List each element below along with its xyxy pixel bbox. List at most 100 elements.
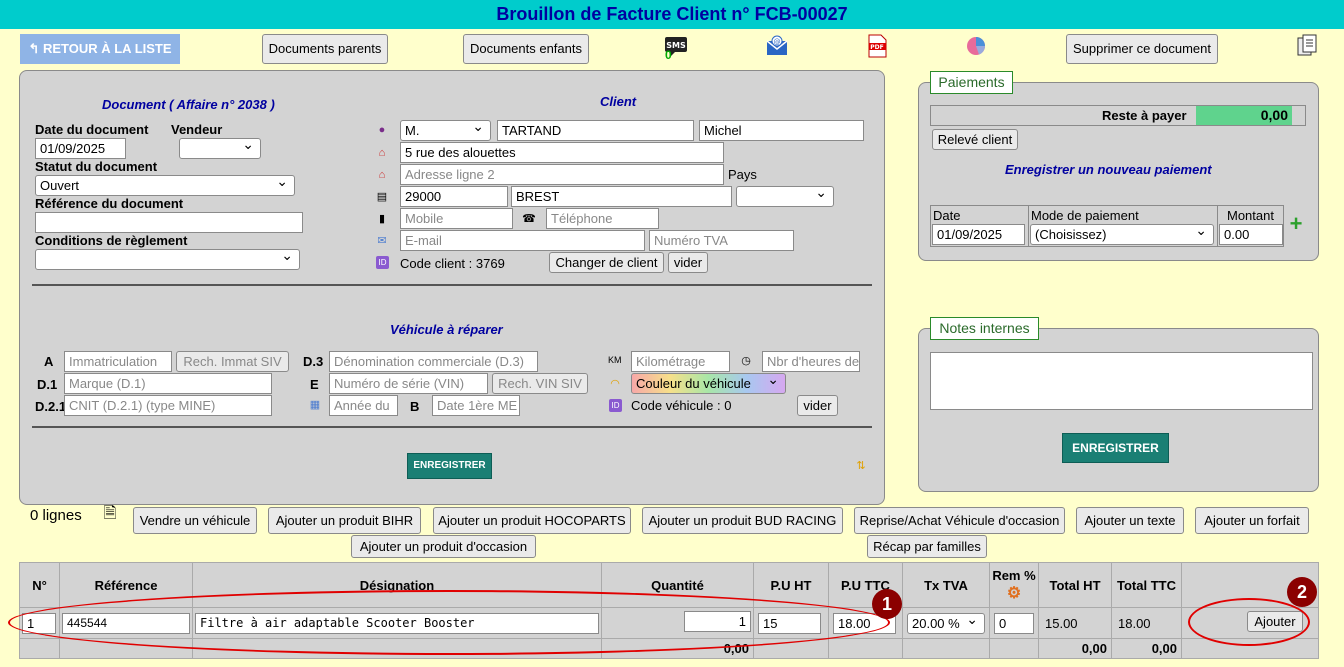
gear-icon[interactable]: ⚙ (1007, 585, 1021, 602)
row-total-ht: 15.00 (1038, 607, 1112, 639)
cp-input[interactable]: 29000 (400, 186, 508, 207)
date-label: Date du document (35, 122, 149, 137)
sms-icon[interactable]: SMS 0 (664, 35, 688, 62)
heures-input[interactable]: Nbr d'heures de (762, 351, 860, 372)
annee-input[interactable]: Année du (329, 395, 398, 416)
adresse2-input[interactable]: Adresse ligne 2 (400, 164, 724, 185)
copy-document-icon[interactable] (1296, 34, 1318, 58)
vendre-vehicule-button[interactable]: Vendre un véhicule (133, 507, 257, 534)
immatriculation-input[interactable]: Immatriculation (64, 351, 172, 372)
add-payment-icon[interactable]: + (1287, 213, 1305, 235)
statut-label: Statut du document (35, 159, 158, 174)
reste-value: 0,00 (1196, 106, 1292, 125)
clock-icon: ◷ (741, 355, 751, 367)
montant-label: Montant (1227, 208, 1274, 223)
kilometrage-input[interactable]: Kilométrage (631, 351, 730, 372)
vider-vehicule-button[interactable]: vider (797, 395, 838, 416)
email-input[interactable]: E-mail (400, 230, 645, 251)
header-total-ht: Total HT (1038, 562, 1112, 608)
code-client-text: Code client : 3769 (400, 256, 505, 271)
adresse1-input[interactable]: 5 rue des alouettes (400, 142, 724, 163)
vider-client-button[interactable]: vider (668, 252, 708, 273)
ajouter-forfait-button[interactable]: Ajouter un forfait (1195, 507, 1309, 534)
sms-count: 0 (665, 48, 672, 62)
changer-client-button[interactable]: Changer de client (549, 252, 664, 273)
d3-label: D.3 (303, 354, 324, 369)
id-icon: ID (376, 256, 389, 269)
notes-tab: Notes internes (930, 317, 1039, 340)
pie-chart-icon[interactable] (965, 35, 987, 57)
civilite-select[interactable]: M. (400, 120, 491, 141)
ajouter-hocoparts-button[interactable]: Ajouter un produit HOCOPARTS (433, 507, 631, 534)
rainbow-icon: ◠ (610, 378, 620, 390)
enregistrer-notes-button[interactable]: ENREGISTRER (1062, 433, 1169, 463)
mailbox-icon: ▤ (376, 191, 388, 203)
montant-input[interactable]: 0.00 (1219, 224, 1283, 245)
nouveau-paiement-heading: Enregistrer un nouveau paiement (1005, 162, 1212, 177)
home-icon: ⌂ (378, 147, 386, 159)
date-1ere-input[interactable]: Date 1ère ME (432, 395, 520, 416)
row-remise-input[interactable]: 0 (994, 612, 1034, 634)
code-vehicule-text: Code véhicule : 0 (631, 398, 732, 413)
recap-familles-button[interactable]: Récap par familles (867, 535, 987, 558)
denomination-input[interactable]: Dénomination commerciale (D.3) (329, 351, 538, 372)
header-remise: Rem % ⚙ (989, 562, 1039, 608)
document-lines-icon[interactable]: 🗎 (98, 506, 122, 529)
documents-enfants-button[interactable]: Documents enfants (463, 34, 589, 64)
page-title: Brouillon de Facture Client n° FCB-00027 (0, 0, 1344, 29)
calendar-icon: ▦ (309, 399, 321, 411)
vehicule-heading: Véhicule à réparer (390, 322, 503, 337)
reprise-achat-button[interactable]: Reprise/Achat Véhicule d'occasion (854, 507, 1065, 534)
conditions-select[interactable] (35, 249, 300, 270)
notes-textarea[interactable] (930, 352, 1313, 410)
delete-document-button[interactable]: Supprimer ce document (1066, 34, 1218, 64)
cnit-input[interactable]: CNIT (D.2.1) (type MINE) (64, 395, 272, 416)
paiements-tab: Paiements (930, 71, 1013, 94)
svg-text:PDF: PDF (870, 44, 883, 51)
row-total-ttc: 18.00 (1111, 607, 1182, 639)
email-icon[interactable]: @ (766, 35, 788, 57)
vin-input[interactable]: Numéro de série (VIN) (329, 373, 488, 394)
conditions-label: Conditions de règlement (35, 233, 188, 248)
ajouter-texte-button[interactable]: Ajouter un texte (1076, 507, 1184, 534)
b-label: B (410, 399, 420, 414)
mode-paiement-select[interactable]: (Choisissez) (1030, 224, 1214, 245)
back-arrow-icon: ↰ (28, 41, 43, 56)
pdf-icon[interactable]: PDF (866, 34, 888, 58)
ajouter-bihr-button[interactable]: Ajouter un produit BIHR (268, 507, 421, 534)
documents-parents-button[interactable]: Documents parents (262, 34, 388, 64)
col-sep (1217, 205, 1218, 247)
ajouter-bud-racing-button[interactable]: Ajouter un produit BUD RACING (642, 507, 843, 534)
ville-input[interactable]: BREST (511, 186, 732, 207)
reference-label: Référence du document (35, 196, 184, 211)
client-heading: Client (600, 94, 637, 109)
divider (32, 284, 872, 286)
telephone-input[interactable]: Téléphone (546, 208, 659, 229)
enregistrer-vehicule-button[interactable]: ENREGISTRER (407, 453, 492, 479)
swap-icon[interactable]: ⇅ (855, 459, 867, 473)
paiement-date-input[interactable]: 01/09/2025 (932, 224, 1025, 245)
tva-input[interactable]: Numéro TVA (649, 230, 794, 251)
couleur-select[interactable]: Couleur du véhicule (631, 373, 786, 394)
date-document-input[interactable]: 01/09/2025 (35, 138, 126, 159)
rech-vin-button[interactable]: Rech. VIN SIV (492, 373, 588, 394)
prenom-input[interactable]: Michel (699, 120, 864, 141)
annotation-oval-2 (1188, 598, 1310, 646)
vendeur-select[interactable] (179, 138, 261, 159)
mobile-input[interactable]: Mobile (400, 208, 513, 229)
document-heading: Document ( Affaire n° 2038 ) (102, 97, 275, 112)
e-label: E (310, 377, 319, 392)
releve-client-button[interactable]: Relevé client (932, 129, 1018, 150)
back-to-list-button[interactable]: ↰ RETOUR À LA LISTE (20, 34, 180, 64)
row-tva-select[interactable]: 20.00 % (907, 612, 985, 634)
marque-input[interactable]: Marque (D.1) (64, 373, 272, 394)
pays-select[interactable] (736, 186, 834, 207)
rech-immat-button[interactable]: Rech. Immat SIV (176, 351, 289, 372)
footer-total-ht: 0,00 (1038, 638, 1112, 659)
col-sep (1028, 205, 1029, 247)
statut-select[interactable]: Ouvert (35, 175, 295, 196)
paiement-date-label: Date (933, 208, 961, 223)
reference-input[interactable] (35, 212, 303, 233)
nom-input[interactable]: TARTAND (497, 120, 694, 141)
ajouter-occasion-button[interactable]: Ajouter un produit d'occasion (351, 535, 536, 558)
